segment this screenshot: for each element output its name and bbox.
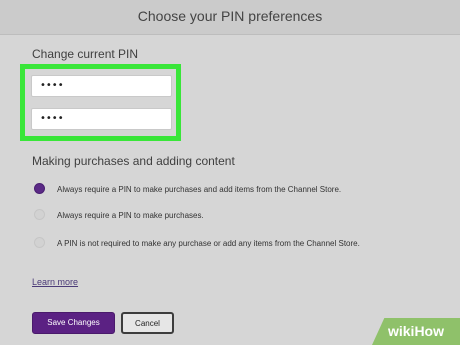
- new-pin-field[interactable]: ••••: [31, 108, 172, 130]
- purchase-option-always-purchases[interactable]: Always require a PIN to make purchases.: [34, 209, 434, 223]
- option-label: Always require a PIN to make purchases.: [57, 211, 204, 220]
- option-label: A PIN is not required to make any purcha…: [57, 239, 360, 248]
- pin-section-label: Change current PIN: [32, 47, 139, 61]
- header-bar: Choose your PIN preferences: [0, 0, 460, 35]
- option-label: Always require a PIN to make purchases a…: [57, 185, 342, 194]
- cancel-button[interactable]: Cancel: [121, 312, 174, 334]
- radio-unselected-icon[interactable]: [34, 209, 45, 220]
- radio-selected-icon[interactable]: [34, 183, 45, 194]
- purchase-option-not-required[interactable]: A PIN is not required to make any purcha…: [34, 237, 434, 265]
- wikihow-watermark: wikiHow: [372, 318, 460, 345]
- save-changes-button[interactable]: Save Changes: [32, 312, 115, 334]
- purchase-option-always-all[interactable]: Always require a PIN to make purchases a…: [34, 183, 434, 197]
- page-title: Choose your PIN preferences: [137, 8, 323, 24]
- purchases-section-label: Making purchases and adding content: [32, 154, 235, 168]
- radio-unselected-icon[interactable]: [34, 237, 45, 248]
- learn-more-link[interactable]: Learn more: [32, 277, 78, 287]
- current-pin-field[interactable]: ••••: [31, 75, 172, 97]
